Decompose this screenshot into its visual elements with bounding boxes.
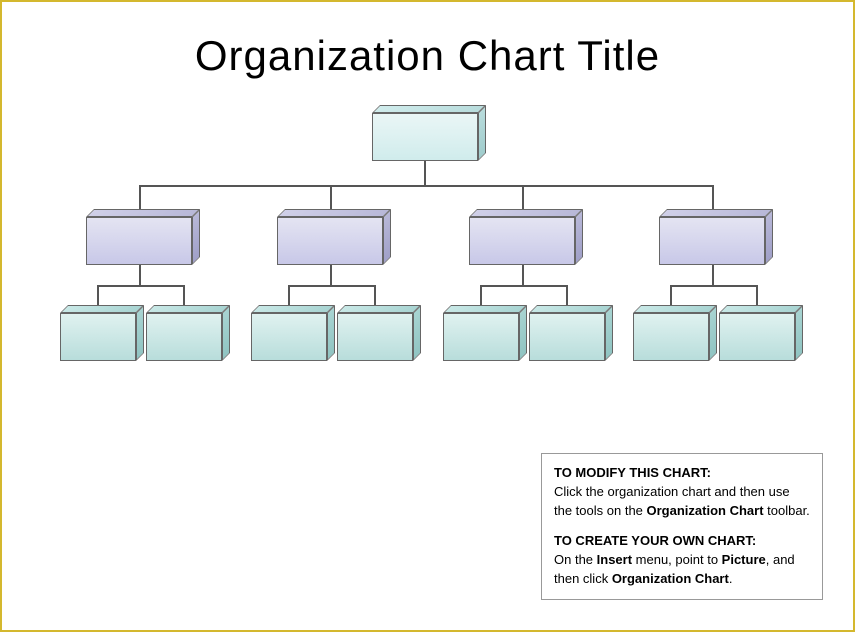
create-text-d: . bbox=[729, 571, 733, 586]
create-bold1: Insert bbox=[597, 552, 632, 567]
modify-bold: Organization Chart bbox=[647, 503, 764, 518]
create-bold2: Picture bbox=[722, 552, 766, 567]
org-chart[interactable] bbox=[2, 105, 853, 405]
create-heading: TO CREATE YOUR OWN CHART: bbox=[554, 533, 756, 548]
modify-heading: TO MODIFY THIS CHART: bbox=[554, 465, 711, 480]
instructions-panel: TO MODIFY THIS CHART: Click the organiza… bbox=[541, 453, 823, 600]
create-text-a: On the bbox=[554, 552, 597, 567]
chart-title: Organization Chart Title bbox=[2, 32, 853, 80]
create-bold3: Organization Chart bbox=[612, 571, 729, 586]
create-text-b: menu, point to bbox=[632, 552, 722, 567]
modify-text-b: toolbar. bbox=[764, 503, 810, 518]
